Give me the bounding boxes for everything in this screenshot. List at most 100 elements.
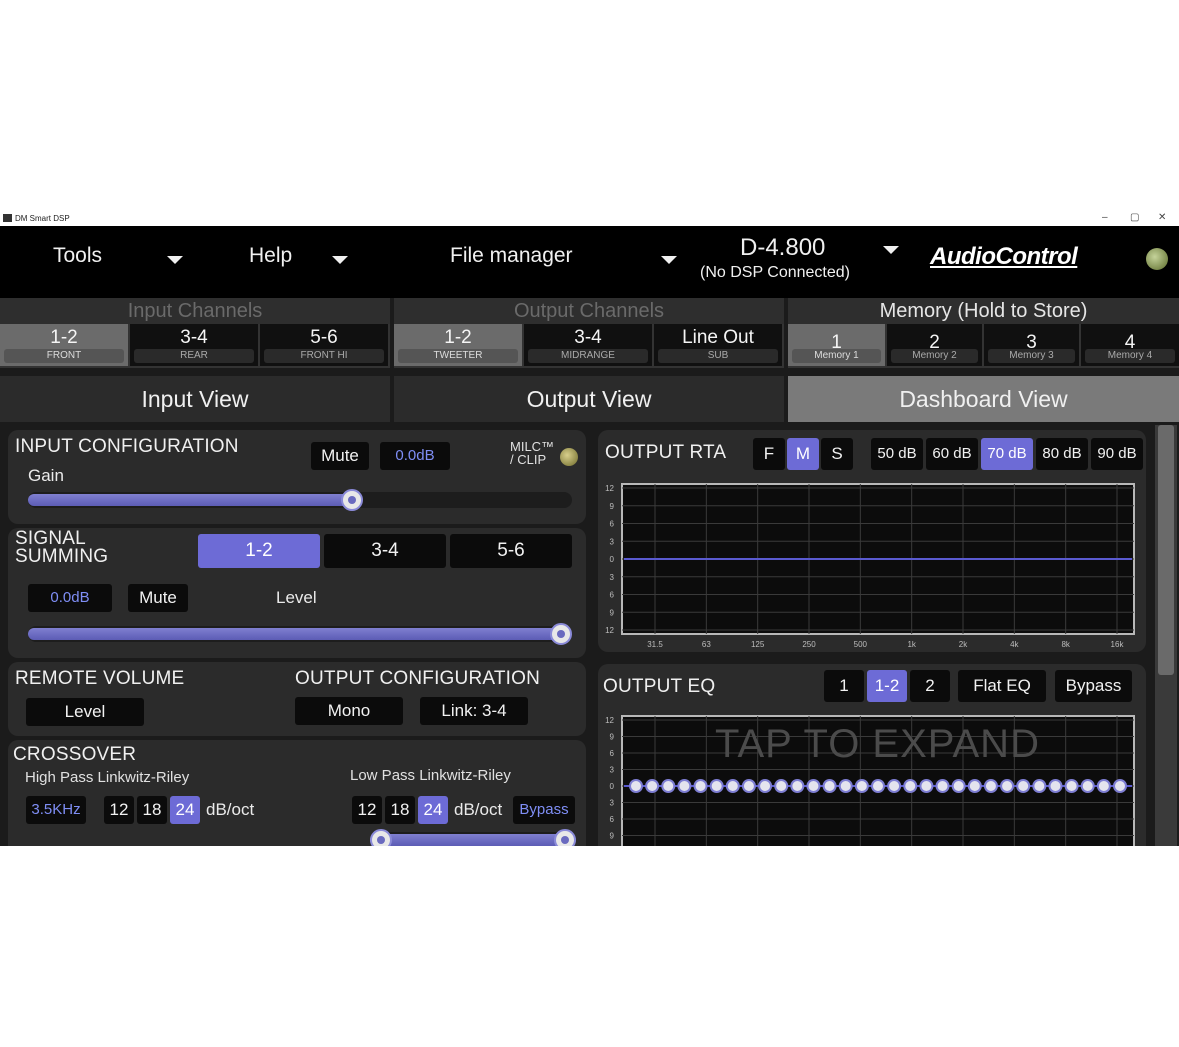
eq-band-handle[interactable] (645, 779, 660, 793)
input-mute-button[interactable]: Mute (311, 442, 369, 470)
input-channel-5-6[interactable]: 5-6 FRONT HI (260, 324, 390, 366)
output-rta-panel: OUTPUT RTA F M S 50 dB 60 dB 70 dB 80 dB… (598, 430, 1146, 652)
eq-band-handle[interactable] (629, 779, 643, 793)
eq-band-handle[interactable] (790, 779, 805, 793)
crossover-slider[interactable] (370, 829, 576, 846)
device-name[interactable]: D-4.800 (740, 234, 825, 262)
eq-band-handle[interactable] (1016, 779, 1031, 793)
minimize-button[interactable]: – (1102, 212, 1108, 223)
summing-mute-button[interactable]: Mute (128, 584, 188, 612)
eq-band-handle[interactable] (951, 779, 966, 793)
output-channel-3-4[interactable]: 3-4 MIDRANGE (524, 324, 654, 366)
rta-mode-m[interactable]: M (787, 438, 819, 470)
rta-range-60[interactable]: 60 dB (926, 438, 978, 470)
eq-band-handle[interactable] (741, 779, 756, 793)
eq-band-handle[interactable] (967, 779, 982, 793)
eq-channel-2[interactable]: 2 (910, 670, 950, 702)
eq-band-handle[interactable] (935, 779, 950, 793)
eq-band-handle[interactable] (983, 779, 998, 793)
mono-button[interactable]: Mono (295, 697, 403, 725)
file-manager-chevron-down-icon[interactable] (661, 256, 677, 264)
eq-band-handle[interactable] (725, 779, 740, 793)
output-channel-line-out[interactable]: Line Out SUB (654, 324, 784, 366)
scrollbar[interactable] (1155, 425, 1177, 846)
rta-range-70[interactable]: 70 dB (981, 438, 1033, 470)
eq-band-handle[interactable] (1048, 779, 1063, 793)
tools-chevron-down-icon[interactable] (167, 256, 183, 264)
rta-mode-s[interactable]: S (821, 438, 853, 470)
eq-band-handle[interactable] (1000, 779, 1015, 793)
gain-slider[interactable] (28, 489, 572, 511)
eq-band-handle[interactable] (661, 779, 676, 793)
eq-band-handle[interactable] (919, 779, 934, 793)
low-pass-bypass-button[interactable]: Bypass (513, 796, 575, 824)
eq-band-handle[interactable] (854, 779, 869, 793)
memory-button-3[interactable]: 3 Memory 3 (984, 324, 1081, 366)
device-chevron-down-icon[interactable] (883, 246, 899, 254)
eq-band-handle[interactable] (903, 779, 918, 793)
memory-button-1[interactable]: 1 Memory 1 (788, 324, 887, 366)
input-channel-1-2[interactable]: 1-2 FRONT (0, 324, 130, 366)
summing-tab-3-4[interactable]: 3-4 (324, 534, 446, 568)
summing-tab-1-2[interactable]: 1-2 (198, 534, 320, 568)
close-button[interactable]: ✕ (1158, 212, 1166, 223)
input-channel-3-4[interactable]: 3-4 REAR (130, 324, 260, 366)
summing-level-slider-thumb[interactable] (550, 623, 572, 645)
eq-band-handle[interactable] (1064, 779, 1079, 793)
high-pass-slope-12[interactable]: 12 (104, 796, 134, 824)
eq-band-handle[interactable] (709, 779, 724, 793)
eq-band-handle[interactable] (693, 779, 708, 793)
flat-eq-button[interactable]: Flat EQ (958, 670, 1046, 702)
scrollbar-thumb[interactable] (1158, 425, 1174, 675)
high-pass-frequency[interactable]: 3.5KHz (26, 796, 86, 824)
link-button[interactable]: Link: 3-4 (420, 697, 528, 725)
gain-slider-thumb[interactable] (341, 489, 363, 511)
rta-range-50[interactable]: 50 dB (871, 438, 923, 470)
tab-dashboard-view[interactable]: Dashboard View (788, 376, 1179, 422)
memory-button-4[interactable]: 4 Memory 4 (1081, 324, 1179, 366)
eq-bypass-button[interactable]: Bypass (1055, 670, 1132, 702)
tools-menu[interactable]: Tools (53, 244, 102, 268)
tab-input-view[interactable]: Input View (0, 376, 390, 422)
crossover-panel: CROSSOVER High Pass Linkwitz-Riley 3.5KH… (8, 740, 586, 846)
remote-level-button[interactable]: Level (26, 698, 144, 726)
eq-band-handle[interactable] (822, 779, 837, 793)
low-pass-slope-12[interactable]: 12 (352, 796, 382, 824)
crossover-high-thumb[interactable] (554, 829, 576, 846)
eq-channel-1[interactable]: 1 (824, 670, 864, 702)
eq-channel-1-2[interactable]: 1-2 (867, 670, 907, 702)
high-pass-slope-18[interactable]: 18 (137, 796, 167, 824)
summing-level-slider[interactable] (28, 623, 572, 645)
rta-range-80[interactable]: 80 dB (1036, 438, 1088, 470)
summing-tab-5-6[interactable]: 5-6 (450, 534, 572, 568)
tab-output-view[interactable]: Output View (394, 376, 784, 422)
eq-band-handle[interactable] (1113, 779, 1127, 793)
rta-x-tick: 63 (702, 640, 711, 649)
summing-level-value[interactable]: 0.0dB (28, 584, 112, 612)
eq-band-handle[interactable] (774, 779, 789, 793)
eq-band-handle[interactable] (887, 779, 902, 793)
eq-band-handle[interactable] (871, 779, 885, 793)
low-pass-slope-18[interactable]: 18 (385, 796, 415, 824)
eq-band-handle[interactable] (1096, 779, 1111, 793)
eq-band-handle[interactable] (1032, 779, 1047, 793)
eq-band-handle[interactable] (806, 779, 821, 793)
memory-button-2[interactable]: 2 Memory 2 (887, 324, 984, 366)
maximize-button[interactable]: ▢ (1130, 212, 1139, 223)
help-chevron-down-icon[interactable] (332, 256, 348, 264)
rta-mode-f[interactable]: F (753, 438, 785, 470)
crossover-low-thumb[interactable] (370, 829, 392, 846)
high-pass-slope-24[interactable]: 24 (170, 796, 200, 824)
output-channel-1-2[interactable]: 1-2 TWEETER (394, 324, 524, 366)
eq-band-handle[interactable] (677, 779, 692, 793)
input-gain-value[interactable]: 0.0dB (380, 442, 450, 470)
rta-range-90[interactable]: 90 dB (1091, 438, 1143, 470)
low-pass-slope-24[interactable]: 24 (418, 796, 448, 824)
eq-band-handle[interactable] (838, 779, 853, 793)
eq-band-handle[interactable] (1080, 779, 1095, 793)
rta-x-tick: 250 (802, 640, 816, 649)
power-icon[interactable] (1146, 248, 1168, 270)
file-manager-menu[interactable]: File manager (450, 244, 573, 268)
eq-band-handle[interactable] (758, 779, 773, 793)
help-menu[interactable]: Help (249, 244, 292, 268)
